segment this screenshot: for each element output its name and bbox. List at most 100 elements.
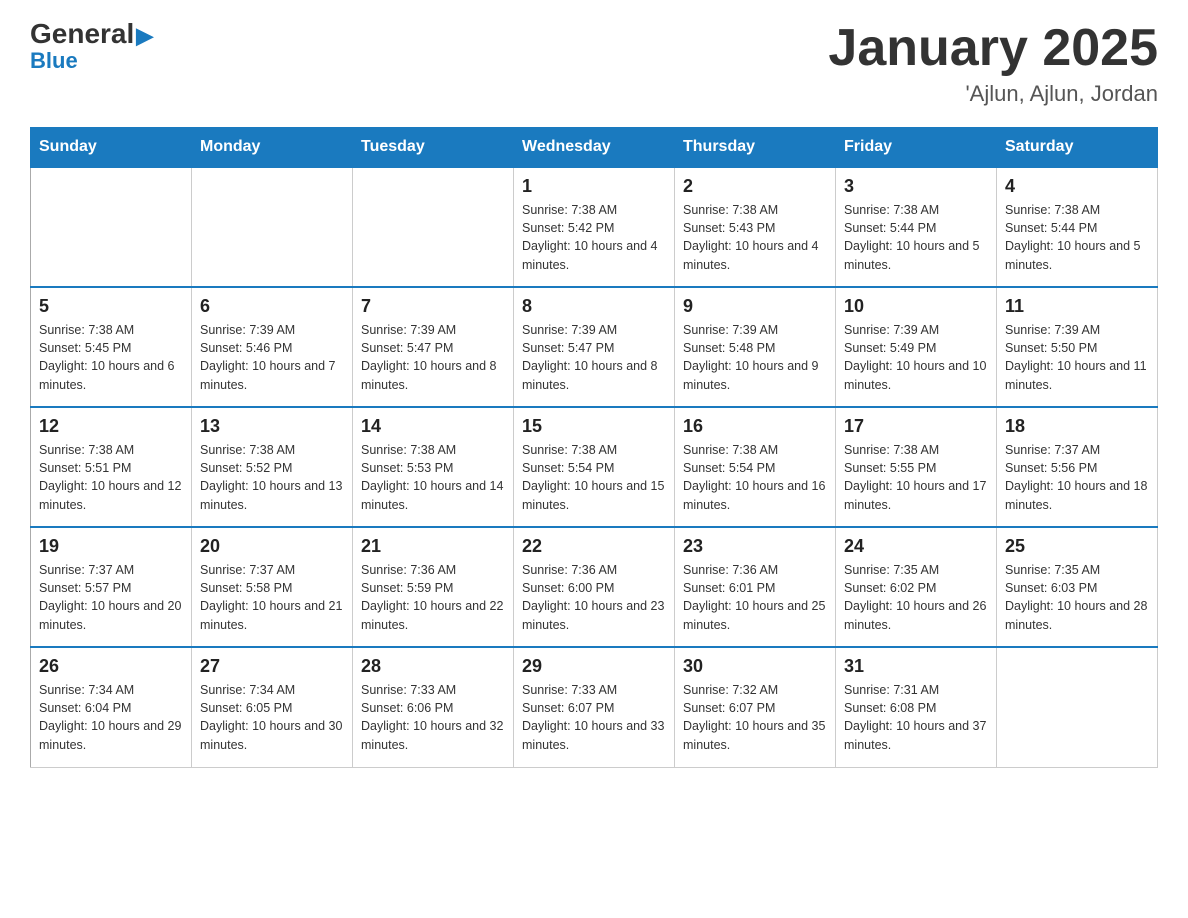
day-number: 28 [361,656,505,677]
day-number: 16 [683,416,827,437]
calendar-cell: 28Sunrise: 7:33 AM Sunset: 6:06 PM Dayli… [353,647,514,767]
calendar-body: 1 Sunrise: 7:38 AM Sunset: 5:42 PM Daylig… [31,167,1158,767]
day-sun-info: Sunrise: 7:38 AM Sunset: 5:44 PM Dayligh… [844,201,988,274]
col-header-friday: Friday [836,128,997,168]
calendar-cell [31,167,192,287]
calendar-cell: 14 Sunrise: 7:38 AM Sunset: 5:53 PM Dayli… [353,407,514,527]
logo-blue-text: Blue [30,50,78,72]
calendar-title: January 2025 [828,20,1158,77]
day-sun-info: Sunrise: 7:36 AM Sunset: 6:00 PM Dayligh… [522,561,666,634]
col-header-wednesday: Wednesday [514,128,675,168]
logo-arrow-icon: ▶ [136,25,153,47]
day-number: 2 [683,176,827,197]
day-sun-info: Sunrise: 7:38 AM Sunset: 5:51 PM Dayligh… [39,441,183,514]
day-number: 1 [522,176,666,197]
day-number: 5 [39,296,183,317]
calendar-cell: 20 Sunrise: 7:37 AM Sunset: 5:58 PM Dayli… [192,527,353,647]
day-number: 26 [39,656,183,677]
calendar-cell: 4 Sunrise: 7:38 AM Sunset: 5:44 PM Daylig… [997,167,1158,287]
calendar-cell: 2Sunrise: 7:38 AM Sunset: 5:43 PM Daylig… [675,167,836,287]
calendar-cell: 3Sunrise: 7:38 AM Sunset: 5:44 PM Daylig… [836,167,997,287]
day-number: 7 [361,296,505,317]
day-number: 13 [200,416,344,437]
calendar-cell: 7 Sunrise: 7:39 AM Sunset: 5:47 PM Daylig… [353,287,514,407]
day-number: 9 [683,296,827,317]
calendar-cell: 29Sunrise: 7:33 AM Sunset: 6:07 PM Dayli… [514,647,675,767]
day-sun-info: Sunrise: 7:38 AM Sunset: 5:54 PM Dayligh… [683,441,827,514]
day-number: 4 [1005,176,1149,197]
calendar-cell: 18 Sunrise: 7:37 AM Sunset: 5:56 PM Dayli… [997,407,1158,527]
day-number: 20 [200,536,344,557]
col-header-sunday: Sunday [31,128,192,168]
calendar-week-row: 26Sunrise: 7:34 AM Sunset: 6:04 PM Dayli… [31,647,1158,767]
calendar-week-row: 19 Sunrise: 7:37 AM Sunset: 5:57 PM Dayli… [31,527,1158,647]
col-header-tuesday: Tuesday [353,128,514,168]
day-number: 22 [522,536,666,557]
col-header-thursday: Thursday [675,128,836,168]
day-number: 18 [1005,416,1149,437]
day-sun-info: Sunrise: 7:38 AM Sunset: 5:42 PM Dayligh… [522,201,666,274]
calendar-cell [353,167,514,287]
calendar-subtitle: 'Ajlun, Ajlun, Jordan [828,81,1158,107]
calendar-cell: 1 Sunrise: 7:38 AM Sunset: 5:42 PM Daylig… [514,167,675,287]
day-number: 17 [844,416,988,437]
day-number: 11 [1005,296,1149,317]
day-sun-info: Sunrise: 7:37 AM Sunset: 5:57 PM Dayligh… [39,561,183,634]
logo: General▶ Blue [30,20,153,72]
day-sun-info: Sunrise: 7:34 AM Sunset: 6:05 PM Dayligh… [200,681,344,754]
day-number: 6 [200,296,344,317]
calendar-cell: 9Sunrise: 7:39 AM Sunset: 5:48 PM Daylig… [675,287,836,407]
day-sun-info: Sunrise: 7:39 AM Sunset: 5:50 PM Dayligh… [1005,321,1149,394]
day-number: 15 [522,416,666,437]
day-sun-info: Sunrise: 7:36 AM Sunset: 6:01 PM Dayligh… [683,561,827,634]
calendar-cell: 22 Sunrise: 7:36 AM Sunset: 6:00 PM Dayli… [514,527,675,647]
calendar-cell: 13 Sunrise: 7:38 AM Sunset: 5:52 PM Dayli… [192,407,353,527]
day-sun-info: Sunrise: 7:37 AM Sunset: 5:56 PM Dayligh… [1005,441,1149,514]
day-sun-info: Sunrise: 7:35 AM Sunset: 6:02 PM Dayligh… [844,561,988,634]
day-sun-info: Sunrise: 7:38 AM Sunset: 5:55 PM Dayligh… [844,441,988,514]
col-header-saturday: Saturday [997,128,1158,168]
day-number: 23 [683,536,827,557]
day-sun-info: Sunrise: 7:38 AM Sunset: 5:53 PM Dayligh… [361,441,505,514]
day-sun-info: Sunrise: 7:33 AM Sunset: 6:07 PM Dayligh… [522,681,666,754]
calendar-cell: 25Sunrise: 7:35 AM Sunset: 6:03 PM Dayli… [997,527,1158,647]
day-number: 31 [844,656,988,677]
day-number: 10 [844,296,988,317]
calendar-cell: 19 Sunrise: 7:37 AM Sunset: 5:57 PM Dayli… [31,527,192,647]
calendar-week-row: 12 Sunrise: 7:38 AM Sunset: 5:51 PM Dayli… [31,407,1158,527]
calendar-cell: 8 Sunrise: 7:39 AM Sunset: 5:47 PM Daylig… [514,287,675,407]
calendar-cell: 21 Sunrise: 7:36 AM Sunset: 5:59 PM Dayli… [353,527,514,647]
day-sun-info: Sunrise: 7:38 AM Sunset: 5:44 PM Dayligh… [1005,201,1149,274]
day-number: 8 [522,296,666,317]
day-sun-info: Sunrise: 7:39 AM Sunset: 5:46 PM Dayligh… [200,321,344,394]
calendar-cell: 31Sunrise: 7:31 AM Sunset: 6:08 PM Dayli… [836,647,997,767]
calendar-cell: 11 Sunrise: 7:39 AM Sunset: 5:50 PM Dayli… [997,287,1158,407]
calendar-cell: 12 Sunrise: 7:38 AM Sunset: 5:51 PM Dayli… [31,407,192,527]
calendar-cell: 5 Sunrise: 7:38 AM Sunset: 5:45 PM Daylig… [31,287,192,407]
calendar-week-row: 5 Sunrise: 7:38 AM Sunset: 5:45 PM Daylig… [31,287,1158,407]
calendar-cell: 6 Sunrise: 7:39 AM Sunset: 5:46 PM Daylig… [192,287,353,407]
calendar-header: Sunday Monday Tuesday Wednesday Thursday… [31,128,1158,168]
header-row: Sunday Monday Tuesday Wednesday Thursday… [31,128,1158,168]
day-sun-info: Sunrise: 7:37 AM Sunset: 5:58 PM Dayligh… [200,561,344,634]
calendar-cell [997,647,1158,767]
day-sun-info: Sunrise: 7:38 AM Sunset: 5:45 PM Dayligh… [39,321,183,394]
day-sun-info: Sunrise: 7:36 AM Sunset: 5:59 PM Dayligh… [361,561,505,634]
day-number: 21 [361,536,505,557]
day-sun-info: Sunrise: 7:35 AM Sunset: 6:03 PM Dayligh… [1005,561,1149,634]
calendar-cell: 15 Sunrise: 7:38 AM Sunset: 5:54 PM Dayli… [514,407,675,527]
calendar-week-row: 1 Sunrise: 7:38 AM Sunset: 5:42 PM Daylig… [31,167,1158,287]
logo-general-text: General▶ [30,20,153,48]
day-number: 19 [39,536,183,557]
calendar-cell: 30Sunrise: 7:32 AM Sunset: 6:07 PM Dayli… [675,647,836,767]
day-number: 14 [361,416,505,437]
day-sun-info: Sunrise: 7:39 AM Sunset: 5:49 PM Dayligh… [844,321,988,394]
day-number: 12 [39,416,183,437]
day-number: 27 [200,656,344,677]
day-sun-info: Sunrise: 7:39 AM Sunset: 5:47 PM Dayligh… [361,321,505,394]
day-sun-info: Sunrise: 7:38 AM Sunset: 5:54 PM Dayligh… [522,441,666,514]
day-sun-info: Sunrise: 7:39 AM Sunset: 5:47 PM Dayligh… [522,321,666,394]
day-number: 30 [683,656,827,677]
day-sun-info: Sunrise: 7:38 AM Sunset: 5:52 PM Dayligh… [200,441,344,514]
calendar-cell: 17 Sunrise: 7:38 AM Sunset: 5:55 PM Dayli… [836,407,997,527]
